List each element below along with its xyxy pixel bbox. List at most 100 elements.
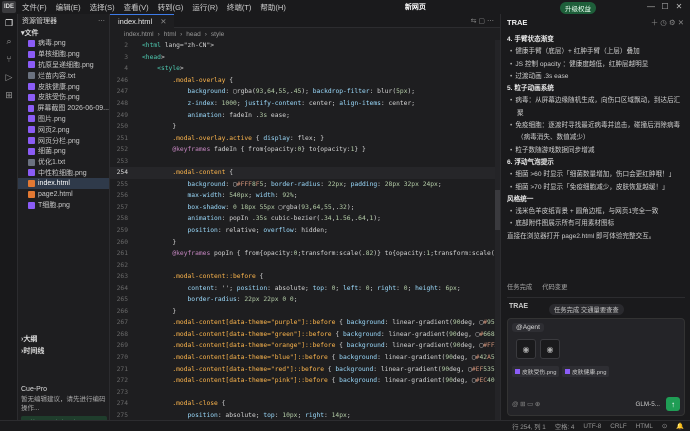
file-item[interactable]: 网页2.png [18,124,109,135]
code-line[interactable]: 4 <style> [110,63,500,75]
code-line[interactable]: 274 .modal-close { [110,398,500,410]
file-item[interactable]: 烂苗内容.txt [18,70,109,81]
tab-index-html[interactable]: index.html ✕ [110,13,175,28]
minimize-icon[interactable]: — [644,2,658,11]
code-line[interactable]: 3 <head> [110,52,500,64]
code-line[interactable]: 268 .modal-content[data-theme="green"]::… [110,329,500,341]
files-icon[interactable]: ❐ [0,14,18,32]
breadcrumb-html[interactable]: html [164,31,176,38]
menu-help[interactable]: 帮助(H) [260,2,285,13]
file-item[interactable]: T细胞.png [18,200,109,211]
code-line[interactable]: 259 position: relative; overflow: hidden… [110,225,500,237]
code-changes-tag[interactable]: 代码变更 [542,282,567,291]
file-item[interactable]: 病毒.png [18,38,109,49]
more-actions-icon[interactable]: ⋯ [98,17,105,25]
code-line[interactable]: 266 } [110,306,500,318]
model-selector[interactable]: GLM-5... [636,401,661,408]
code-line[interactable]: 267 .modal-content[data-theme="purple"]:… [110,317,500,329]
extensions-icon[interactable]: ⊞ [0,86,18,104]
status-item[interactable]: 空格: 4 [555,422,575,431]
code-line[interactable]: 270 .modal-content[data-theme="blue"]::b… [110,352,500,364]
file-item[interactable]: 优化1.txt [18,157,109,168]
file-item[interactable]: 皮肤受伤.png [18,92,109,103]
code-line[interactable]: 250 } [110,121,500,133]
input-tools-icon[interactable]: @ ⊞ ▭ ⊕ [512,401,540,408]
code-line[interactable]: 264 content: ''; position: absolute; top… [110,282,500,294]
menu-selection[interactable]: 选择(S) [90,2,115,13]
menu-file[interactable]: 文件(F) [22,2,47,13]
source-control-icon[interactable]: ⑂ [0,50,18,68]
code-line[interactable]: 261 @keyframes popIn { from{opacity:0;tr… [110,248,500,260]
task-status-pill[interactable]: 任务完成 交通量要查查 [549,304,624,315]
png-file-icon [28,39,35,47]
code-line[interactable]: 251 .modal-overlay.active { display: fle… [110,132,500,144]
attachment-chip-1[interactable]: 皮肤受伤.png [512,366,560,377]
chat-actions-icon[interactable]: ＋ ◷ ⚙ ✕ [651,17,684,28]
breadcrumb-style[interactable]: style [211,31,224,38]
menu-view[interactable]: 查看(V) [124,2,149,13]
code-line[interactable]: 260 } [110,236,500,248]
agent-chip[interactable]: @Agent [512,323,544,332]
code-line[interactable]: 263 .modal-content::before { [110,271,500,283]
file-item[interactable]: 细菌.png [18,146,109,157]
code-line[interactable]: 255 background: ▢#FFF8F5; border-radius:… [110,179,500,191]
new-page-tab[interactable]: 新网页 [405,2,426,12]
status-item[interactable]: ⊙ [662,423,667,430]
close-tab-icon[interactable]: ✕ [160,17,166,26]
attachment-chip-2[interactable]: 皮肤健康.png [562,366,610,377]
run-debug-icon[interactable]: ▷ [0,68,18,86]
attachment-thumb-2[interactable]: ◉ [540,339,560,359]
maximize-icon[interactable]: ☐ [658,2,672,11]
file-item[interactable]: 网页分栏.png [18,135,109,146]
code-line[interactable]: 273 [110,386,500,398]
code-line[interactable]: 258 animation: popIn .35s cubic-bezier(.… [110,213,500,225]
file-item[interactable]: 单核细胞.png [18,49,109,60]
menu-terminal[interactable]: 终端(T) [227,2,252,13]
file-item[interactable]: 中性粒细胞.png [18,168,109,179]
menu-go[interactable]: 转到(G) [158,2,184,13]
code-line[interactable]: 269 .modal-content[data-theme="orange"]:… [110,340,500,352]
menu-edit[interactable]: 编辑(E) [56,2,81,13]
folder-root[interactable]: ▾ 文件 [18,28,109,38]
file-item[interactable]: index.html [18,178,109,190]
code-line[interactable]: 246 .modal-overlay { [110,75,500,87]
code-line[interactable]: 249 animation: fadeIn .3s ease; [110,109,500,121]
code-area[interactable]: 2 <html lang="zh-CN"> 3 <head> 4 <style> 246 … [110,40,500,420]
code-line[interactable]: 2 <html lang="zh-CN"> [110,40,500,52]
code-line[interactable]: 256 max-width: 540px; width: 92%; [110,190,500,202]
code-line[interactable]: 275 position: absolute; top: 10px; right… [110,410,500,421]
file-item[interactable]: 皮肤健康.png [18,81,109,92]
file-item[interactable]: 屏幕截图 2026-06-09... [18,103,109,114]
outline-section[interactable]: › 大纲 [18,334,110,344]
timeline-section[interactable]: › 时间线 [18,346,110,356]
code-line[interactable]: 272 .modal-content[data-theme="pink"]::b… [110,375,500,387]
code-line[interactable]: 265 border-radius: 22px 22px 0 0; [110,294,500,306]
code-line[interactable]: 252 @keyframes fadeIn { from{opacity:0} … [110,144,500,156]
upgrade-button[interactable]: 升级权益 [560,2,596,14]
code-line[interactable]: 262 [110,259,500,271]
code-line[interactable]: 247 background: ▢rgba(93,64,55,.45); bac… [110,86,500,98]
status-item[interactable]: CRLF [610,423,626,430]
file-item[interactable]: 图片.png [18,114,109,125]
code-line[interactable]: 253 [110,155,500,167]
file-item[interactable]: 抗原呈递细胞.png [18,60,109,71]
send-button[interactable]: ↑ [666,397,680,411]
status-item[interactable]: HTML [636,423,653,430]
close-window-icon[interactable]: ✕ [672,2,686,11]
status-item[interactable]: UTF-8 [583,423,601,430]
task-done-tag[interactable]: 任务完成 [507,282,532,291]
code-line[interactable]: 254 .modal-content { [110,167,500,179]
status-item[interactable]: 🔔 [676,422,684,430]
attachment-thumb-1[interactable]: ◉ [516,339,536,359]
code-line[interactable]: 271 .modal-content[data-theme="red"]::be… [110,363,500,375]
file-item[interactable]: page2.html [18,189,109,200]
editor-actions-icon[interactable]: ⇆ ▢ ⋯ [471,17,500,25]
chat-input-box[interactable]: @Agent ◉ ◉ 皮肤受伤.png 皮肤健康.png @ ⊞ ▭ ⊕ GLM… [507,318,685,416]
code-line[interactable]: 248 z-index: 1000; justify-content: cent… [110,98,500,110]
breadcrumb-head[interactable]: head [186,31,200,38]
breadcrumb-file[interactable]: index.html [124,31,154,38]
code-line[interactable]: 257 box-shadow: 0 18px 55px ▢rgba(93,64,… [110,202,500,214]
menu-run[interactable]: 运行(R) [192,2,217,13]
search-icon[interactable]: ⌕ [0,32,18,50]
status-item[interactable]: 行 254, 列 1 [512,422,546,431]
